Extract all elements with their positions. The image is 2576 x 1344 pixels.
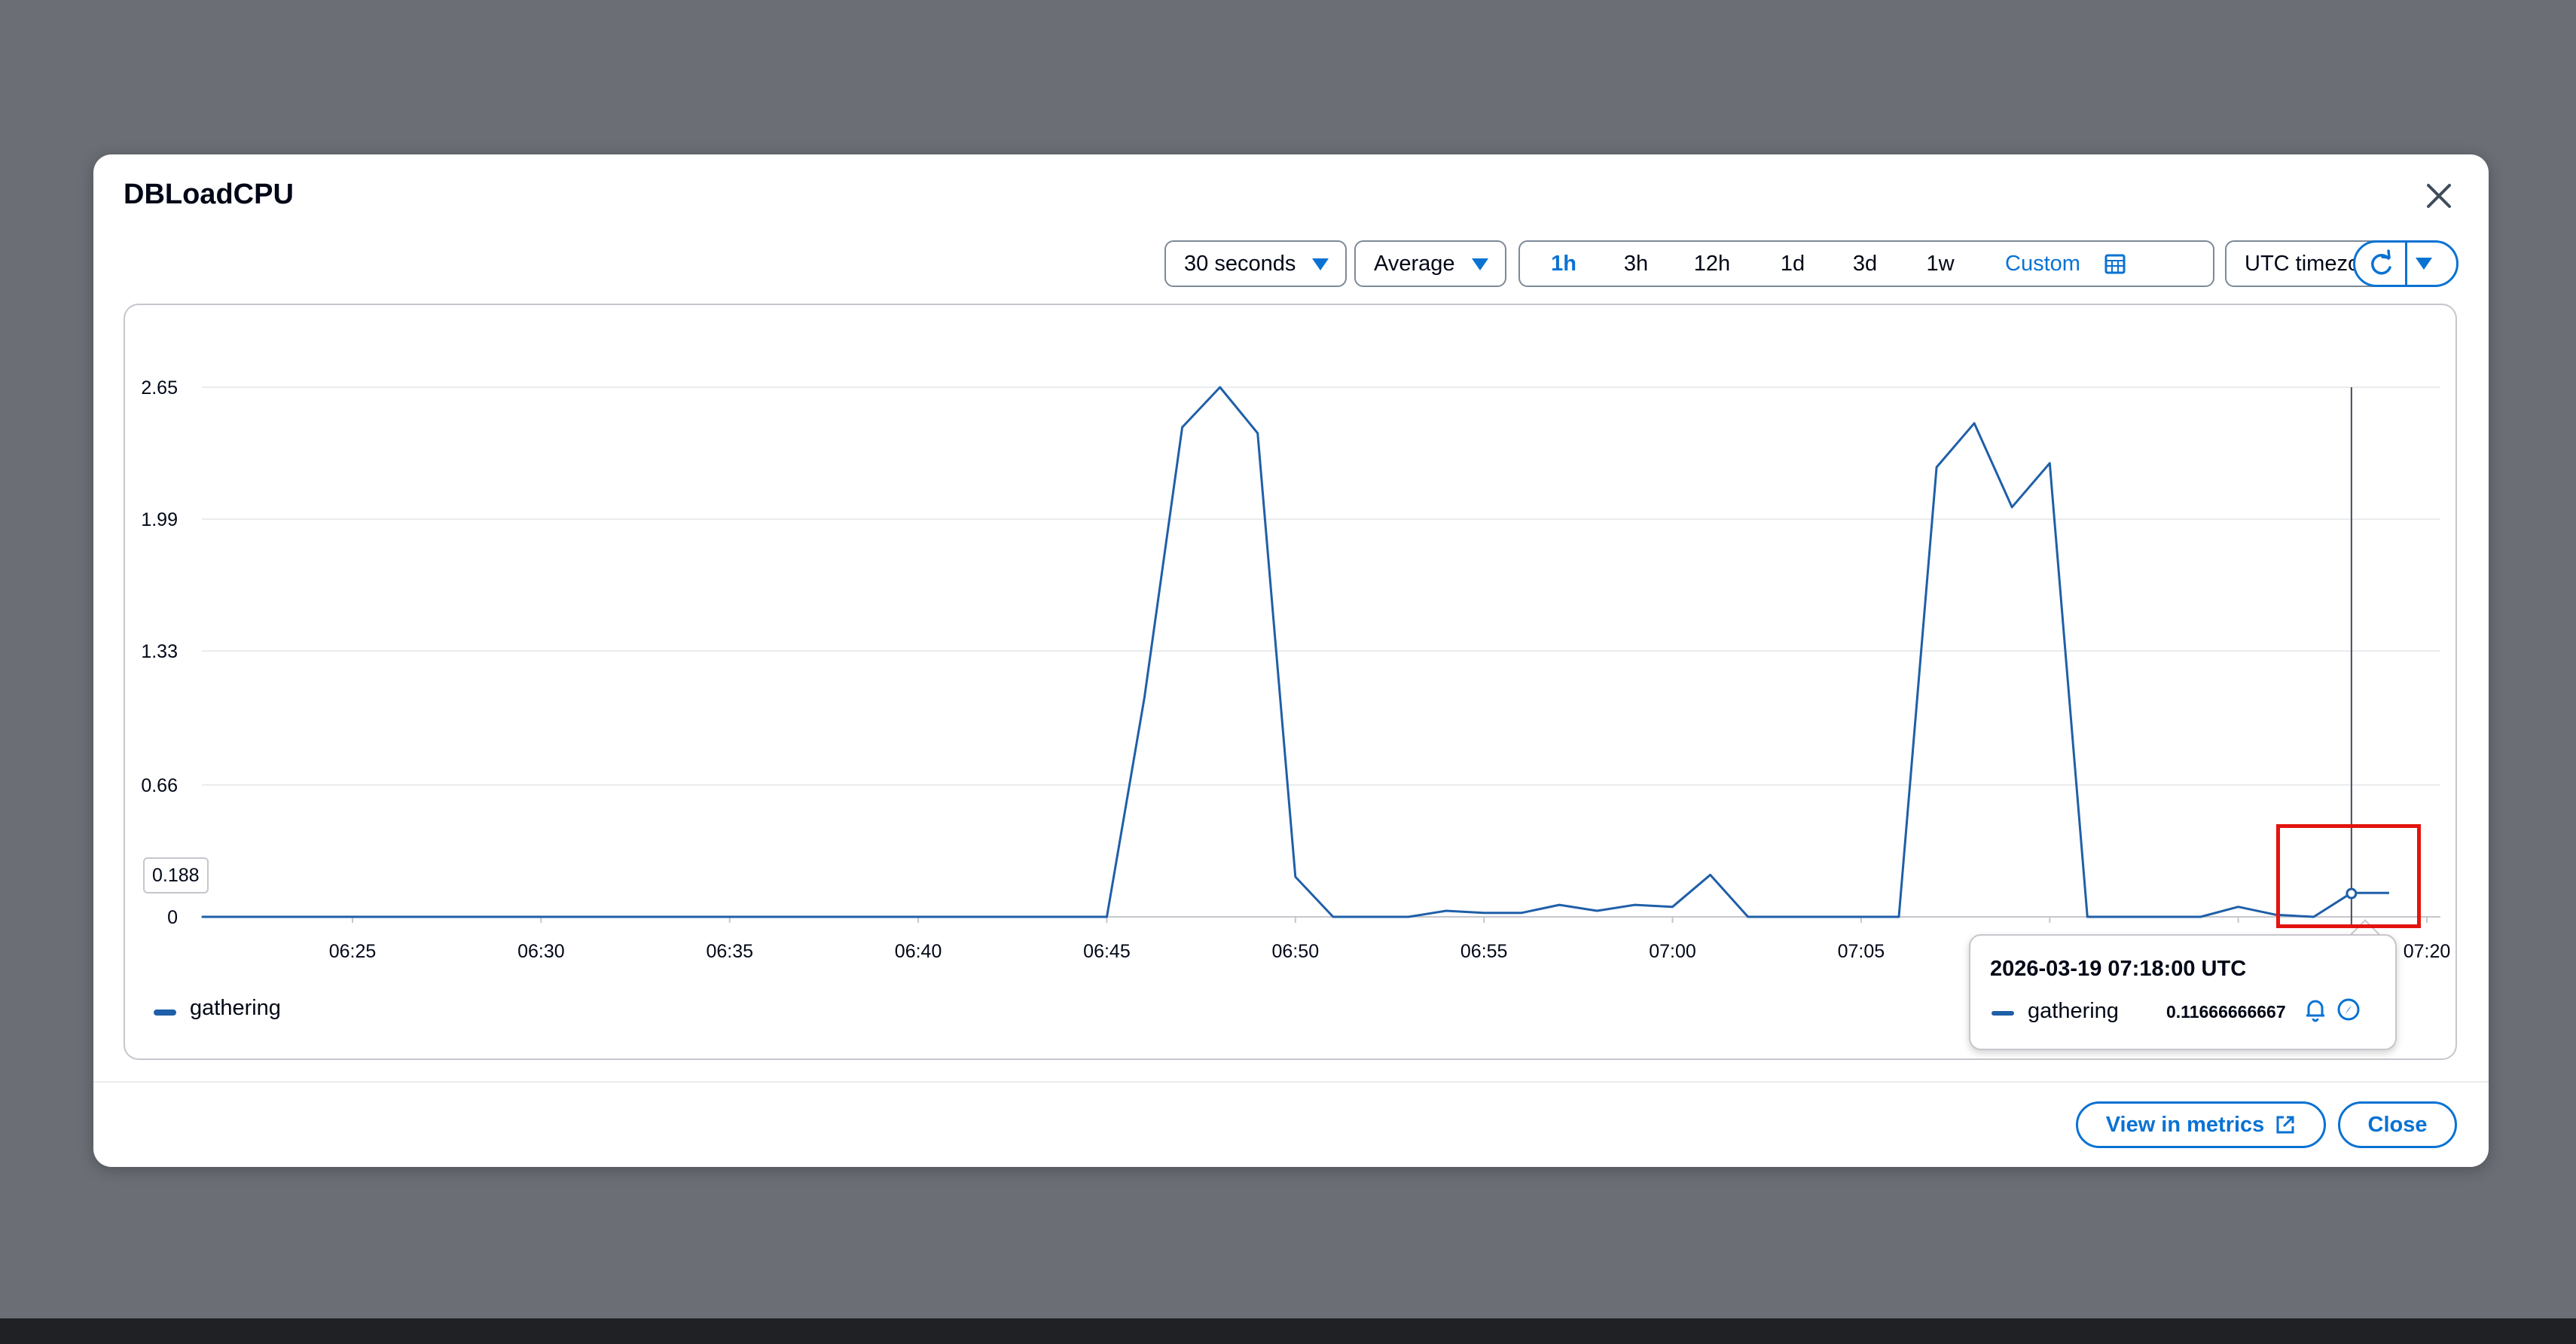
y-tick-label: 0 [167,907,178,928]
external-link-icon [2276,1116,2294,1134]
range-custom[interactable]: Custom [1982,242,2103,286]
tooltip-value: 0.11666666667 [2166,1002,2286,1022]
taskbar [0,1318,2576,1344]
y-tick-label: 0.66 [141,775,178,796]
view-in-metrics-label: View in metrics [2105,1112,2265,1137]
x-tick-label: 06:30 [517,941,565,962]
modal-title: DBLoadCPU [124,179,294,210]
x-tick-label: 07:00 [1649,941,1696,962]
x-tick-label: 07:05 [1838,941,1885,962]
close-icon[interactable] [2420,177,2458,215]
x-tick-label: 06:50 [1272,941,1320,962]
bell-icon[interactable] [2302,996,2329,1023]
caret-down-icon [1312,258,1329,270]
time-range-selector: 1h 3h 12h 1d 3d 1w Custom [1518,240,2214,287]
y-tick-label: 1.99 [141,509,178,530]
refresh-options-caret-icon[interactable] [2416,258,2432,270]
x-tick-label: 06:25 [329,941,377,962]
range-1d[interactable]: 1d [1770,242,1815,286]
y-tick-label: 2.65 [141,377,178,399]
legend-swatch [154,1010,176,1016]
range-12h[interactable]: 12h [1686,242,1738,286]
refresh-button-group [2353,240,2458,287]
statistic-select[interactable]: Average [1354,240,1506,287]
range-3d[interactable]: 3d [1842,242,1888,286]
tooltip-time: 2026-03-19 07:18:00 UTC [1990,957,2247,981]
period-select[interactable]: 30 seconds [1164,240,1347,287]
footer-divider [93,1081,2489,1083]
range-1w[interactable]: 1w [1918,242,1963,286]
caret-down-icon [1472,258,1488,270]
statistic-select-label: Average [1374,251,1455,276]
x-tick-label: 06:40 [895,941,942,962]
range-1h[interactable]: 1h [1541,242,1586,286]
refresh-divider [2405,243,2407,285]
legend-label-gathering[interactable]: gathering [190,996,281,1021]
crosshair-value-label: 0.188 [143,857,209,893]
datapoint-tooltip: 2026-03-19 07:18:00 UTC gathering 0.1166… [1969,934,2397,1050]
tooltip-series-swatch [1992,1011,2014,1016]
x-tick-label: 07:20 [2404,941,2451,962]
line-chart: 2.65 1.99 1.33 0.66 0 06:25 06:30 06:35 06:40 06… [141,377,2451,962]
view-in-metrics-button[interactable]: View in metrics [2076,1101,2326,1148]
tooltip-series-name: gathering [2028,999,2119,1023]
compass-icon[interactable] [2335,996,2362,1023]
series-line-gathering [201,386,2389,918]
period-select-label: 30 seconds [1184,251,1296,276]
refresh-icon[interactable] [2364,248,2397,281]
range-3h[interactable]: 3h [1613,242,1659,286]
highlight-box [2276,824,2421,928]
x-tick-label: 06:45 [1083,941,1131,962]
x-tick-label: 06:35 [706,941,753,962]
y-tick-label: 1.33 [141,641,178,662]
x-tick-label: 06:55 [1460,941,1508,962]
calendar-icon [2104,253,2126,274]
close-button[interactable]: Close [2338,1101,2457,1148]
